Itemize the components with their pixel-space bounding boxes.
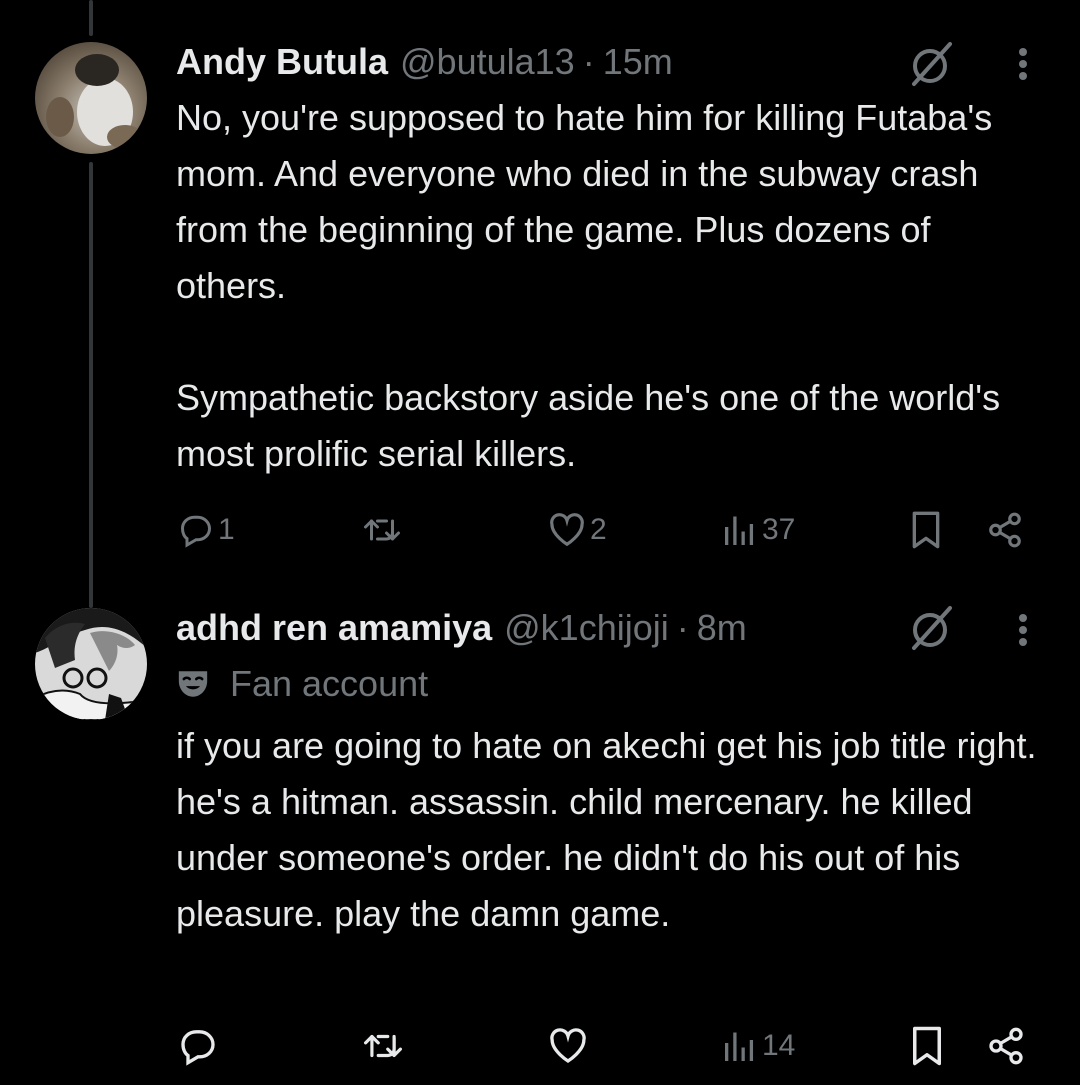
like-button[interactable] [548,1016,592,1076]
tweet[interactable]: adhd ren amamiya @k1chijoji · 8m Fan acc… [0,600,1080,1085]
views-icon [725,1032,754,1061]
repost-button[interactable] [362,500,406,560]
bookmark-button[interactable] [908,500,944,560]
tweet-text: No, you're supposed to hate him for kill… [176,97,1001,474]
action-bar: 1 2 37 [0,500,1080,560]
separator-dot: · [582,41,595,82]
avatar[interactable] [35,608,147,720]
views-button[interactable]: 37 [722,500,795,560]
views-button[interactable]: 14 [722,1016,795,1076]
bookmark-button[interactable] [908,1016,946,1076]
separator-dot: · [676,607,689,648]
reply-button[interactable]: 1 [178,500,235,560]
views-count: 14 [762,1029,796,1062]
reply-count: 1 [218,513,235,546]
timestamp[interactable]: 15m [603,34,673,90]
action-bar: 14 [0,1016,1080,1076]
grok-icon[interactable] [904,600,960,656]
author-name[interactable]: adhd ren amamiya [176,600,492,656]
share-icon [989,512,1021,548]
fan-account-badge[interactable]: Fan account [176,656,1040,712]
views-icon [725,516,754,545]
timestamp[interactable]: 8m [697,600,747,656]
like-icon [550,513,584,547]
more-icon[interactable] [1011,602,1035,658]
repost-button[interactable] [362,1016,408,1076]
tweet[interactable]: Andy Butula @butula13 · 15m No, you're s… [0,0,1080,580]
bookmark-icon [912,511,940,549]
author-handle[interactable]: @butula13 [400,34,575,90]
like-icon [550,1028,586,1063]
more-icon[interactable] [1011,36,1035,92]
like-count: 2 [590,513,607,546]
share-icon [989,1027,1023,1065]
bookmark-icon [913,1026,941,1066]
badge-label: Fan account [230,663,429,704]
repost-icon [364,1034,402,1058]
repost-icon [364,519,400,541]
views-count: 37 [762,513,796,546]
grok-icon[interactable] [904,36,960,92]
reply-button[interactable] [178,1016,222,1076]
author-name[interactable]: Andy Butula [176,34,388,90]
share-button[interactable] [986,1016,1026,1076]
reply-icon [180,515,212,548]
author-handle[interactable]: @k1chijoji [504,600,669,656]
tweet-text: if you are going to hate on akechi get h… [176,725,1047,934]
reply-icon [181,1030,215,1066]
share-button[interactable] [986,500,1024,560]
like-button[interactable]: 2 [548,500,607,560]
avatar[interactable] [35,42,147,154]
mask-icon [178,671,208,697]
